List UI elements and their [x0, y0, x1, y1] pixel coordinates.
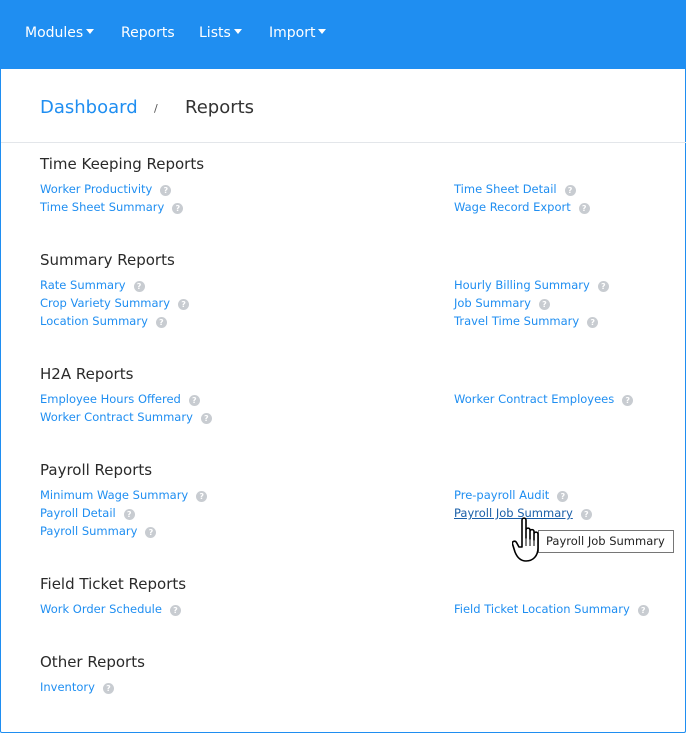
help-icon[interactable]: ? — [196, 491, 208, 502]
report-item: Pre-payroll Audit? — [454, 484, 592, 502]
report-link-employee-hours-offered[interactable]: Employee Hours Offered — [40, 392, 181, 406]
report-item: Worker Contract Summary? — [40, 406, 212, 424]
report-column-right: Pre-payroll Audit? Payroll Job Summary? — [454, 484, 592, 520]
help-icon[interactable]: ? — [597, 281, 609, 292]
help-icon[interactable]: ? — [580, 509, 592, 520]
report-column-left: Minimum Wage Summary? Payroll Detail? Payr… — [40, 484, 208, 538]
report-item: Field Ticket Location Summary? — [454, 598, 649, 616]
help-icon[interactable]: ? — [564, 185, 576, 196]
report-link-worker-contract-employees[interactable]: Worker Contract Employees — [454, 392, 614, 406]
report-link-inventory[interactable]: Inventory — [40, 680, 95, 694]
help-icon[interactable]: ? — [123, 509, 135, 520]
help-icon[interactable]: ? — [102, 683, 114, 694]
report-item: Payroll Detail? — [40, 502, 207, 520]
help-icon[interactable]: ? — [169, 605, 181, 616]
nav-import-label: Import — [269, 25, 316, 41]
report-item: Work Order Schedule? — [40, 598, 181, 616]
help-icon[interactable]: ? — [155, 317, 167, 328]
report-column-left: Employee Hours Offered? Worker Contract S… — [40, 388, 212, 424]
report-item: Hourly Billing Summary? — [454, 274, 609, 292]
report-link-wage-record-export[interactable]: Wage Record Export — [454, 200, 571, 214]
report-item: Travel Time Summary? — [454, 310, 609, 328]
report-link-payroll-summary[interactable]: Payroll Summary — [40, 524, 137, 538]
report-item: Crop Variety Summary? — [40, 292, 190, 310]
report-item: Minimum Wage Summary? — [40, 484, 208, 502]
report-item: Location Summary? — [40, 310, 189, 328]
help-icon[interactable]: ? — [578, 203, 590, 214]
page-title: Reports — [185, 97, 255, 118]
report-link-time-sheet-summary[interactable]: Time Sheet Summary — [40, 200, 164, 214]
report-column-right: Worker Contract Employees? — [454, 388, 634, 406]
help-icon[interactable]: ? — [172, 203, 184, 214]
nav-lists-label: Lists — [199, 25, 231, 41]
report-item: Time Sheet Detail? — [454, 178, 590, 196]
report-link-travel-time-summary[interactable]: Travel Time Summary — [454, 314, 579, 328]
help-icon[interactable]: ? — [160, 185, 172, 196]
caret-down-icon — [86, 29, 95, 34]
help-icon[interactable]: ? — [178, 299, 190, 310]
report-item: Worker Productivity? — [40, 178, 183, 196]
caret-down-icon — [233, 29, 242, 34]
report-link-minimum-wage-summary[interactable]: Minimum Wage Summary — [40, 488, 188, 502]
help-icon[interactable]: ? — [587, 317, 599, 328]
report-link-location-summary[interactable]: Location Summary — [40, 314, 148, 328]
tooltip-text: Payroll Job Summary — [546, 534, 665, 548]
caret-down-icon — [318, 29, 327, 34]
report-link-pre-payroll-audit[interactable]: Pre-payroll Audit — [454, 488, 549, 502]
section-title: Summary Reports — [40, 251, 175, 269]
nav-reports[interactable]: Reports — [121, 25, 175, 41]
report-column-right: Hourly Billing Summary? Job Summary? Trave… — [454, 274, 609, 328]
help-icon[interactable]: ? — [188, 395, 200, 406]
report-item: Wage Record Export? — [454, 196, 590, 214]
section-title: Other Reports — [40, 653, 145, 671]
nav-modules-label: Modules — [25, 25, 84, 41]
section-title: Field Ticket Reports — [40, 575, 187, 593]
report-link-work-order-schedule[interactable]: Work Order Schedule — [40, 602, 162, 616]
report-item: Worker Contract Employees? — [454, 388, 634, 406]
report-column-left: Work Order Schedule? — [40, 598, 181, 616]
help-icon[interactable]: ? — [145, 527, 157, 538]
breadcrumb-dashboard-link[interactable]: Dashboard — [40, 98, 138, 118]
hand-pointer-cursor-icon — [512, 517, 539, 562]
report-column-right: Time Sheet Detail? Wage Record Export? — [454, 178, 590, 214]
help-icon[interactable]: ? — [538, 299, 550, 310]
report-column-left: Inventory? — [40, 676, 114, 694]
report-link-field-ticket-location-summary[interactable]: Field Ticket Location Summary — [454, 602, 630, 616]
nav-import[interactable]: Import — [269, 25, 327, 41]
help-icon[interactable]: ? — [622, 395, 634, 406]
link-tooltip: Payroll Job Summary — [538, 530, 674, 553]
breadcrumb: Dashboard / Reports — [1, 69, 686, 143]
report-column-left: Rate Summary? Crop Variety Summary? Locati… — [40, 274, 190, 328]
nav-reports-label: Reports — [121, 25, 175, 41]
report-link-crop-variety-summary[interactable]: Crop Variety Summary — [40, 296, 170, 310]
help-icon[interactable]: ? — [637, 605, 649, 616]
report-link-worker-productivity[interactable]: Worker Productivity — [40, 182, 152, 196]
report-link-rate-summary[interactable]: Rate Summary — [40, 278, 126, 292]
nav-lists[interactable]: Lists — [199, 25, 242, 41]
breadcrumb-separator: / — [154, 102, 158, 115]
report-item: Inventory? — [40, 676, 114, 694]
report-item: Payroll Summary? — [40, 520, 207, 538]
report-item: Job Summary? — [454, 292, 609, 310]
top-navbar: Modules Reports Lists Import — [1, 0, 686, 69]
help-icon[interactable]: ? — [133, 281, 145, 292]
report-link-payroll-detail[interactable]: Payroll Detail — [40, 506, 116, 520]
report-column-right: Field Ticket Location Summary? — [454, 598, 649, 616]
report-link-worker-contract-summary[interactable]: Worker Contract Summary — [40, 410, 193, 424]
report-item: Employee Hours Offered? — [40, 388, 212, 406]
help-icon[interactable]: ? — [557, 491, 569, 502]
help-icon[interactable]: ? — [200, 413, 212, 424]
report-link-job-summary[interactable]: Job Summary — [454, 296, 531, 310]
report-link-time-sheet-detail[interactable]: Time Sheet Detail — [454, 182, 557, 196]
app-frame: Modules Reports Lists Import Dashboard /… — [0, 0, 686, 733]
report-link-hourly-billing-summary[interactable]: Hourly Billing Summary — [454, 278, 590, 292]
report-item: Time Sheet Summary? — [40, 196, 184, 214]
section-title: H2A Reports — [40, 365, 134, 383]
report-item: Rate Summary? — [40, 274, 189, 292]
nav-modules[interactable]: Modules — [25, 25, 95, 41]
section-title: Payroll Reports — [40, 461, 153, 479]
report-column-left: Worker Productivity? Time Sheet Summary? — [40, 178, 184, 214]
section-title: Time Keeping Reports — [40, 155, 205, 173]
